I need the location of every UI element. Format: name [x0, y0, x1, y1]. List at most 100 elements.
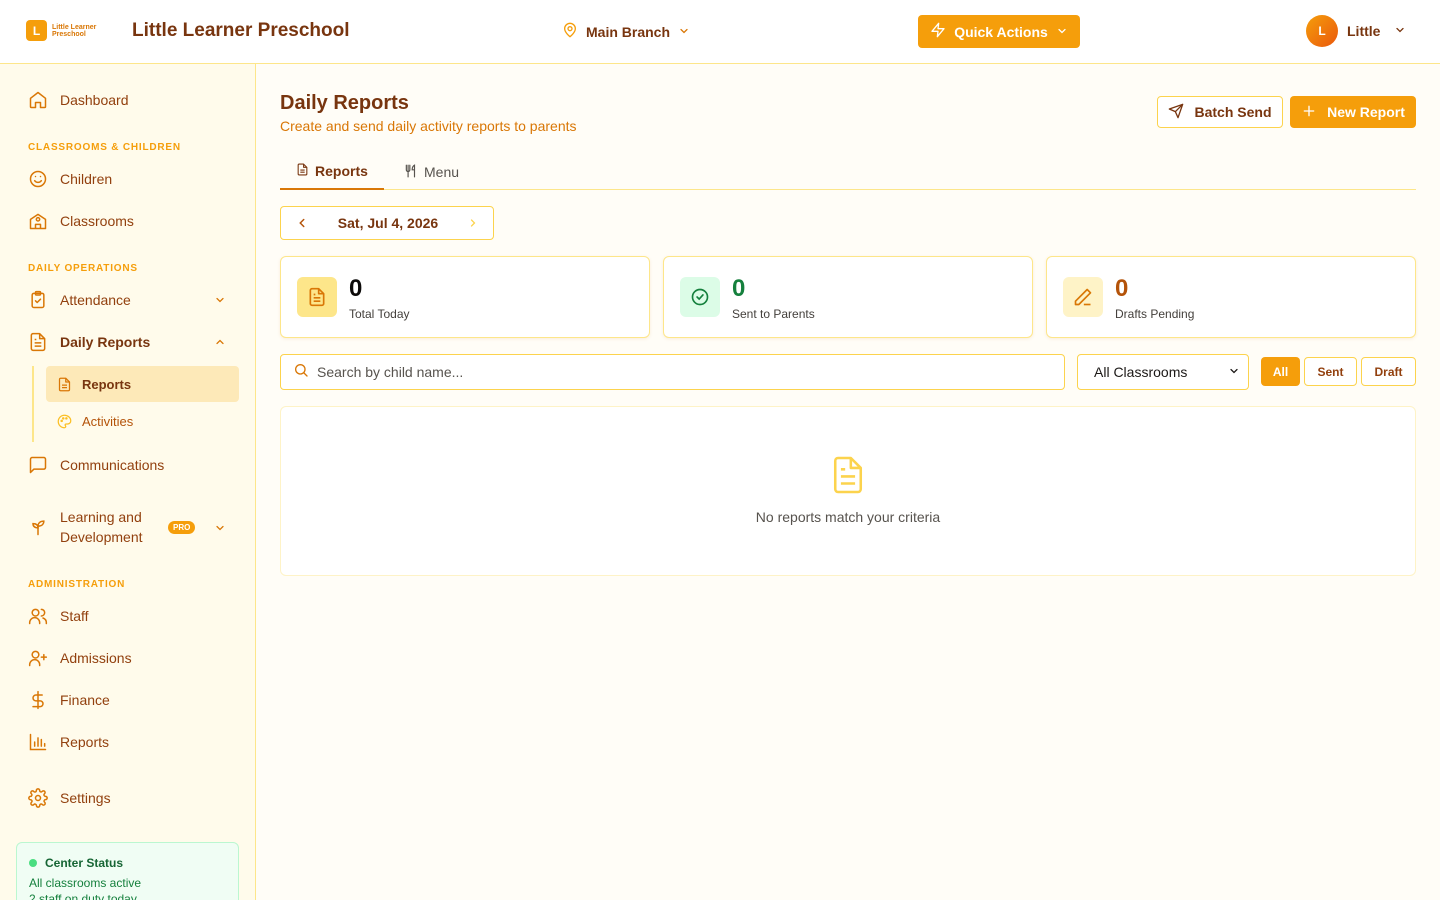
section-heading-classrooms: CLASSROOMS & CHILDREN — [28, 142, 181, 153]
chevron-down-icon — [1056, 24, 1068, 40]
sidebar-item-label: Learning and Development — [60, 509, 143, 545]
file-text-icon — [56, 376, 72, 392]
sidebar: Dashboard CLASSROOMS & CHILDREN Children… — [0, 64, 256, 900]
search-bar — [280, 354, 1065, 390]
stat-card-sent-to-parents: 0 Sent to Parents — [663, 256, 1033, 338]
chevron-down-icon — [1228, 364, 1240, 380]
filter-sent-button[interactable]: Sent — [1304, 357, 1357, 386]
chevron-down-icon — [214, 521, 226, 537]
stat-label: Sent to Parents — [732, 307, 815, 321]
chevron-down-icon — [1394, 23, 1406, 39]
gear-icon — [28, 788, 48, 808]
logo-mark: L — [26, 20, 47, 41]
file-text-icon — [296, 163, 309, 179]
stat-value: 0 — [1115, 275, 1129, 302]
sidebar-item-label: Children — [60, 171, 113, 187]
app-logo[interactable]: L Little Learner Preschool — [26, 20, 108, 41]
batch-send-button[interactable]: Batch Send — [1157, 96, 1283, 128]
lightning-icon — [930, 22, 946, 41]
clipboard-check-icon — [28, 290, 48, 310]
sidebar-item-classrooms[interactable]: Classrooms — [16, 201, 240, 241]
school-icon — [28, 211, 48, 231]
current-date: Sat, Jul 4, 2026 — [337, 215, 439, 231]
tab-menu[interactable]: Menu — [388, 154, 475, 190]
sidebar-item-children[interactable]: Children — [16, 159, 240, 199]
status-title: Center Status — [45, 856, 124, 870]
sidebar-subitem-label: Reports — [82, 376, 132, 392]
sidebar-item-label: Staff — [60, 608, 89, 624]
app-title: Little Learner Preschool — [132, 20, 350, 41]
new-report-button[interactable]: New Report — [1290, 96, 1416, 128]
sidebar-item-label: Admissions — [60, 650, 132, 666]
sidebar-item-admissions[interactable]: Admissions — [16, 638, 240, 678]
chevron-right-icon[interactable] — [467, 217, 479, 229]
sidebar-item-finance[interactable]: Finance — [16, 680, 240, 720]
sidebar-item-reports[interactable]: Reports — [16, 722, 240, 762]
chevron-down-icon — [214, 293, 226, 309]
tab-label: Reports — [315, 163, 368, 179]
sidebar-item-label: Attendance — [60, 292, 131, 308]
stat-card-drafts-pending: 0 Drafts Pending — [1046, 256, 1416, 338]
logo-text: Little Learner Preschool — [52, 23, 97, 38]
check-circle-icon — [680, 277, 720, 317]
stat-card-total-today: 0 Total Today — [280, 256, 650, 338]
smile-icon — [28, 169, 48, 189]
file-text-icon — [28, 332, 48, 352]
sidebar-item-label: Settings — [60, 790, 111, 806]
sidebar-item-settings[interactable]: Settings — [16, 778, 240, 818]
send-icon — [1168, 103, 1184, 122]
page-subtitle: Create and send daily activity reports t… — [280, 118, 577, 134]
stat-label: Total Today — [349, 307, 410, 321]
section-heading-administration: ADMINISTRATION — [28, 579, 126, 590]
sidebar-item-attendance[interactable]: Attendance — [16, 280, 240, 320]
quick-actions-button[interactable]: Quick Actions — [918, 15, 1080, 48]
classroom-select[interactable]: All Classrooms — [1077, 354, 1249, 390]
branch-selector[interactable]: Main Branch — [562, 22, 690, 41]
tab-label: Menu — [424, 164, 460, 180]
sidebar-item-label: Dashboard — [60, 92, 129, 108]
empty-message: No reports match your criteria — [755, 509, 941, 525]
palette-icon — [56, 413, 72, 429]
utensils-icon — [404, 163, 418, 181]
sidebar-subitem-activities[interactable]: Activities — [46, 403, 239, 439]
user-menu[interactable]: L Little — [1306, 15, 1406, 47]
chevron-up-icon — [214, 335, 226, 351]
filter-all-button[interactable]: All — [1261, 357, 1300, 386]
status-dot — [29, 859, 37, 867]
user-plus-icon — [28, 648, 48, 668]
sidebar-item-communications[interactable]: Communications — [16, 445, 240, 485]
status-line: 2 staff on duty today — [29, 892, 137, 900]
chevron-down-icon — [678, 24, 690, 40]
date-navigator: Sat, Jul 4, 2026 — [280, 206, 494, 240]
sidebar-item-staff[interactable]: Staff — [16, 596, 240, 636]
pencil-icon — [1063, 277, 1103, 317]
search-input[interactable] — [317, 364, 1037, 380]
sidebar-item-dashboard[interactable]: Dashboard — [16, 80, 240, 120]
plus-icon — [1301, 103, 1317, 122]
users-icon — [28, 606, 48, 626]
filter-draft-button[interactable]: Draft — [1361, 357, 1416, 386]
section-heading-daily: DAILY OPERATIONS — [28, 263, 138, 274]
new-report-label: New Report — [1327, 104, 1405, 120]
branch-name: Main Branch — [586, 23, 671, 40]
empty-state: No reports match your criteria — [280, 406, 1416, 576]
tab-bar: Reports Menu — [280, 154, 1416, 190]
page-title: Daily Reports — [280, 92, 409, 114]
top-header: L Little Learner Preschool Little Learne… — [0, 0, 1440, 64]
sidebar-item-label: Finance — [60, 692, 110, 708]
sidebar-item-learning-development[interactable]: Learning and Development PRO — [16, 502, 240, 552]
sidebar-item-daily-reports[interactable]: Daily Reports — [16, 322, 240, 362]
stat-label: Drafts Pending — [1115, 307, 1195, 321]
center-status-card: Center Status All classrooms active 2 st… — [16, 842, 239, 900]
submenu-guide-line — [32, 366, 34, 442]
sidebar-subitem-reports[interactable]: Reports — [46, 366, 239, 402]
avatar: L — [1306, 15, 1338, 47]
status-line: All classrooms active — [29, 876, 142, 890]
sidebar-item-label: Daily Reports — [60, 334, 151, 350]
pro-badge: PRO — [168, 521, 196, 534]
sidebar-item-label: Classrooms — [60, 213, 134, 229]
chevron-left-icon[interactable] — [295, 216, 309, 230]
tab-reports[interactable]: Reports — [280, 154, 384, 190]
sidebar-item-label: Communications — [60, 457, 165, 473]
file-text-icon — [297, 277, 337, 317]
